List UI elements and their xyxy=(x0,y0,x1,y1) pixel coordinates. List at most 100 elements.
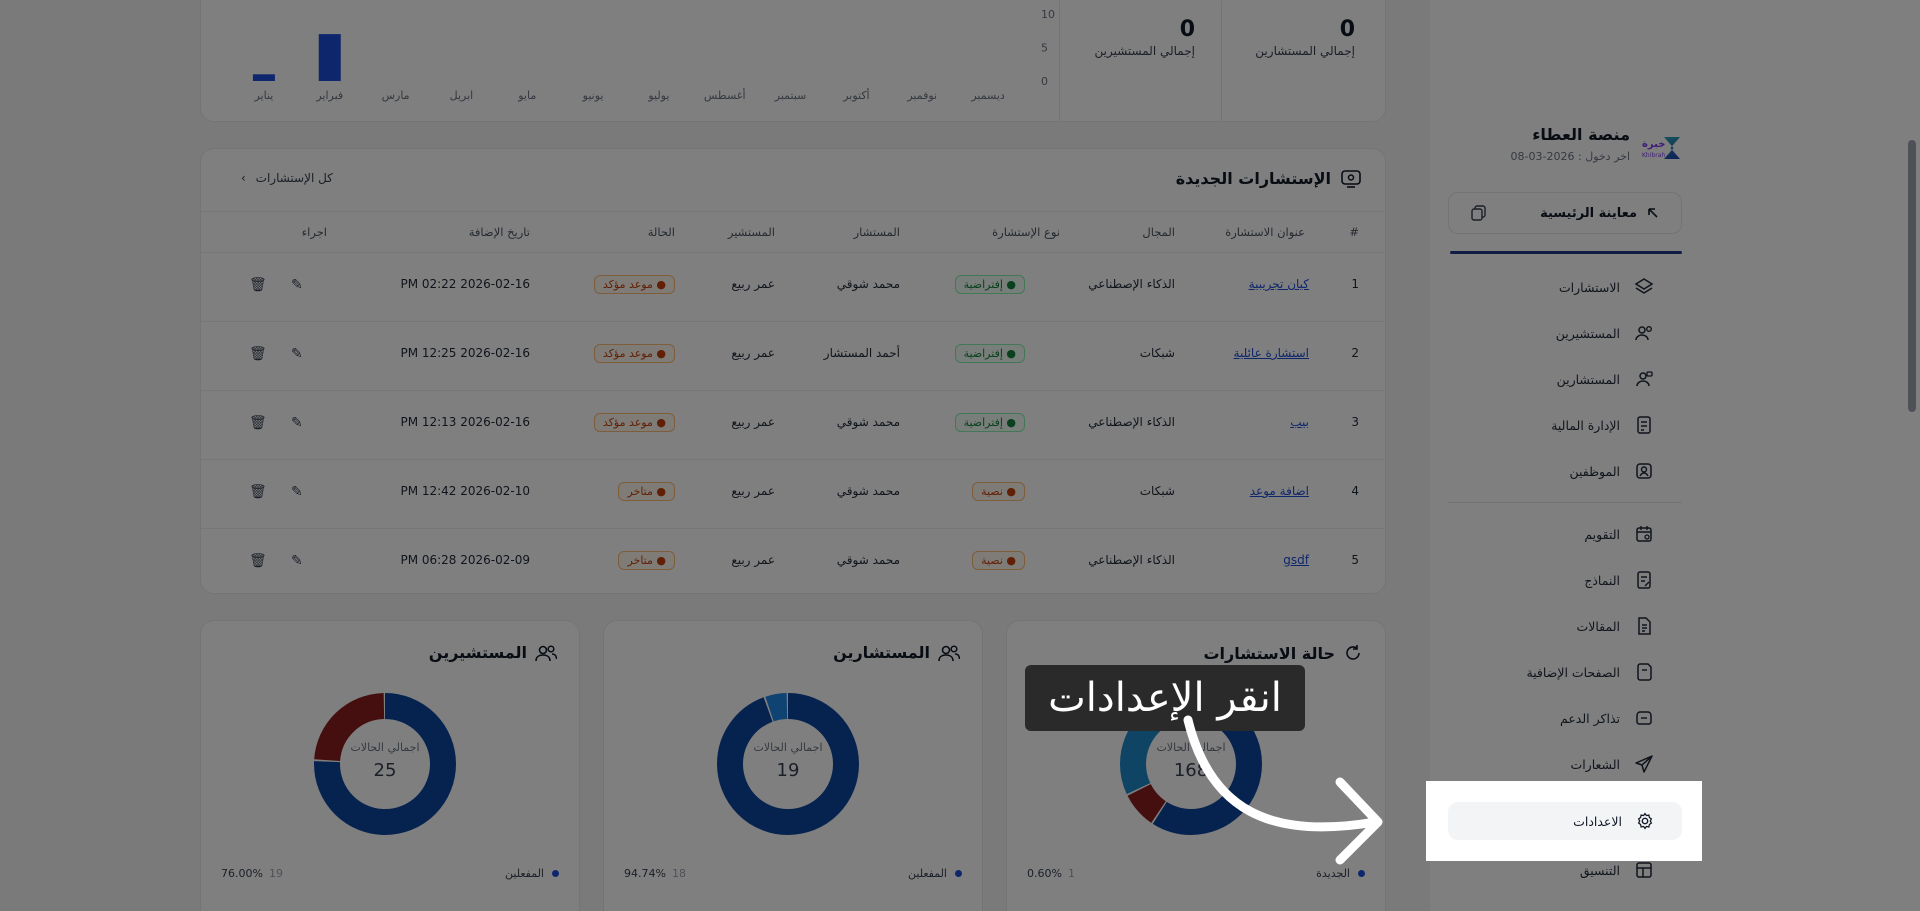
sidebar-item[interactable]: المستشارين xyxy=(1448,356,1682,402)
type-label: نصية xyxy=(981,485,1003,498)
type-label: إفتراضية xyxy=(963,347,1003,360)
y-tick-label: 10 xyxy=(1041,8,1055,21)
brand-logo: خبرة Khibrah xyxy=(1642,135,1684,161)
x-tick-label: فبراير xyxy=(315,89,343,102)
type-label: نصية xyxy=(981,554,1003,567)
page-scrollbar[interactable] xyxy=(1908,140,1916,412)
all-consultations-link[interactable]: كل الإستشارات › xyxy=(241,171,333,185)
gear-icon xyxy=(1637,812,1653,830)
donut-title: حالة الاستشارات xyxy=(1203,643,1363,663)
nav-label: التنسيق xyxy=(1579,862,1620,878)
edit-icon[interactable]: ✎ xyxy=(291,484,303,500)
stat-caption: إجمالي المستشيرين xyxy=(1094,44,1196,58)
link-label: كل الإستشارات xyxy=(255,171,333,185)
sidebar-item[interactable]: الموظفين xyxy=(1448,448,1682,494)
cell-date: PM 06:28 2026-02-09 xyxy=(400,553,530,567)
col-field: المجال xyxy=(1142,225,1175,239)
sidebar-item[interactable]: التقويم xyxy=(1448,511,1682,557)
cell-title-link[interactable]: استشارة عائلية xyxy=(1234,346,1309,360)
nav-label: المستشارين xyxy=(1556,371,1620,387)
x-tick-label: مايو xyxy=(517,89,536,102)
preview-label: معاينة الرئيسية xyxy=(1540,205,1637,221)
trash-icon[interactable]: 🗑 xyxy=(249,415,267,431)
cell-date: PM 12:25 2026-02-16 xyxy=(400,346,530,360)
stat-value: 0 xyxy=(1339,17,1355,42)
x-tick-label: سبتمبر xyxy=(774,89,807,102)
trash-icon[interactable]: 🗑 xyxy=(249,484,267,500)
nav-label: الموظفين xyxy=(1569,463,1620,479)
legend-item: المفعلين xyxy=(908,867,962,880)
sidebar-item-settings[interactable]: الاعدادات xyxy=(1448,802,1682,840)
sidebar-item[interactable]: الصفحات الإضافية xyxy=(1448,649,1682,695)
cell-num: 4 xyxy=(1351,484,1359,498)
table-row: 2 استشارة عائلية شبكات ● إفتراضية أحمد المست… xyxy=(201,322,1385,391)
monthly-chart-card: 10 5 0 يناير فبراير مارس ابريل مايو يونيو يوليو أغ… xyxy=(200,0,1386,122)
cell-date: PM 12:42 2026-02-10 xyxy=(400,484,530,498)
copy-icon[interactable] xyxy=(1471,205,1487,221)
legend-label: المفعلين xyxy=(505,867,544,880)
legend-pct: 0.60% xyxy=(1027,867,1062,880)
donut-total: 19 xyxy=(776,760,800,781)
table-header: # عنوان الاستشارة المجال نوع الإستشارة ا… xyxy=(201,211,1385,253)
cell-field: الذكاء الإصطناعي xyxy=(1088,415,1175,429)
active-indicator xyxy=(1450,251,1682,254)
nav-label: المقالات xyxy=(1576,618,1620,634)
legend-count: 1 xyxy=(1067,867,1075,880)
users-icon xyxy=(1635,326,1652,341)
sidebar-item[interactable]: المستشيرين xyxy=(1448,310,1682,356)
cell-date: PM 12:13 2026-02-16 xyxy=(400,415,530,429)
trash-icon[interactable]: 🗑 xyxy=(249,277,267,293)
x-tick-label: يناير xyxy=(253,89,273,102)
support-icon xyxy=(1636,711,1652,725)
sidebar-item[interactable]: النماذج xyxy=(1448,557,1682,603)
cell-num: 2 xyxy=(1351,346,1359,360)
brand-name: منصة العطاء xyxy=(1532,125,1630,144)
trash-icon[interactable]: 🗑 xyxy=(249,346,267,362)
trash-icon[interactable]: 🗑 xyxy=(249,553,267,569)
nav-label: الشعارات xyxy=(1570,756,1620,772)
stat-value: 0 xyxy=(1179,17,1195,42)
legend-pct: 94.74% xyxy=(624,867,666,880)
cell-title-link[interactable]: بيب xyxy=(1290,415,1309,429)
sidebar-item[interactable]: الاستشارات xyxy=(1448,264,1682,310)
logo-subtext: Khibrah xyxy=(1642,152,1666,159)
cell-num: 3 xyxy=(1351,415,1359,429)
cell-title-link[interactable]: كيان تجريبية xyxy=(1249,277,1309,291)
cell-client: عمر ربيع xyxy=(731,415,775,429)
status-badge: ● متاخر xyxy=(618,482,675,501)
bar xyxy=(252,74,275,81)
legend-count: 19 xyxy=(268,867,283,880)
donut-title: المستشيرين xyxy=(429,643,557,662)
stat-divider xyxy=(1059,1,1060,121)
nav-group-primary: الاستشارات المستشيرين المستشارين الإدارة ال… xyxy=(1448,264,1682,494)
edit-icon[interactable]: ✎ xyxy=(291,415,303,431)
nav-label: الاستشارات xyxy=(1558,279,1620,295)
cell-field: الذكاء الإصطناعي xyxy=(1088,553,1175,567)
sidebar-item[interactable]: تذاكر الدعم xyxy=(1448,695,1682,741)
edit-icon[interactable]: ✎ xyxy=(291,277,303,293)
cell-title-link[interactable]: اضافة موعد xyxy=(1250,484,1309,498)
type-badge: ● إفتراضية xyxy=(954,344,1025,363)
type-badge: ● إفتراضية xyxy=(954,275,1025,294)
cell-client: عمر ربيع xyxy=(731,484,775,498)
sidebar-item[interactable]: المقالات xyxy=(1448,603,1682,649)
cell-title-link[interactable]: gsdf xyxy=(1283,553,1309,567)
cell-consultant: محمد شوقي xyxy=(836,277,900,291)
cell-field: شبكات xyxy=(1139,484,1175,498)
nav-label: الإدارة المالية xyxy=(1551,417,1620,433)
legend-dot xyxy=(1358,870,1365,877)
last-login: اخر دخول : 2026-03-08 xyxy=(1510,150,1630,163)
edit-icon[interactable]: ✎ xyxy=(291,553,303,569)
col-action: اجراء xyxy=(301,225,327,239)
brand-block: منصة العطاء اخر دخول : 2026-03-08 xyxy=(1480,125,1630,163)
edit-icon[interactable]: ✎ xyxy=(291,346,303,362)
table-row: 1 كيان تجريبية الذكاء الإصطناعي ● إفتراضية م… xyxy=(201,253,1385,322)
preview-home-button[interactable]: معاينة الرئيسية xyxy=(1448,192,1682,234)
col-date: تاريخ الإضافة xyxy=(468,225,530,239)
cell-consultant: أحمد المستشار xyxy=(823,346,900,360)
sidebar-item[interactable]: الإدارة المالية xyxy=(1448,402,1682,448)
type-badge: ● إفتراضية xyxy=(954,413,1025,432)
nav-label: الصفحات الإضافية xyxy=(1526,664,1620,680)
status-badge: ● موعد مؤكد xyxy=(593,275,675,294)
nav-label: النماذج xyxy=(1584,572,1620,588)
